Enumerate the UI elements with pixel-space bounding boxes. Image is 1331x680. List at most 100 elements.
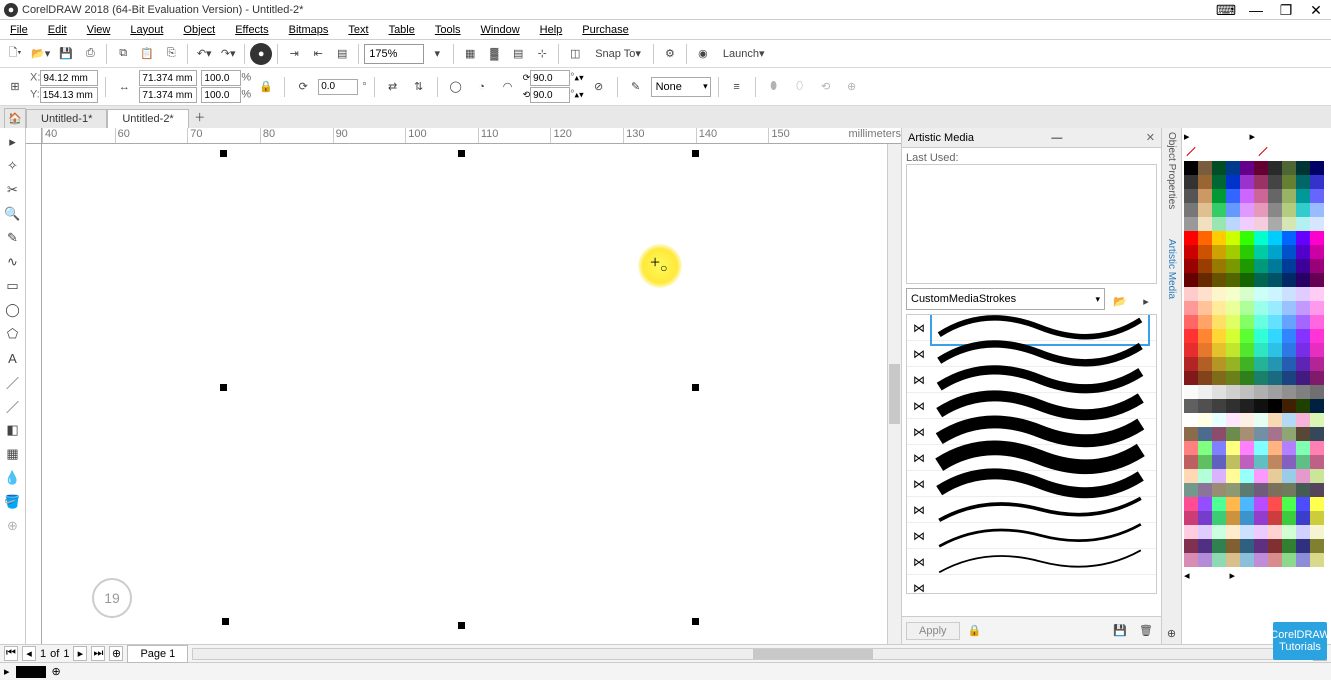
color-swatch[interactable] xyxy=(1226,189,1240,203)
add-tab-button[interactable]: ＋ xyxy=(189,106,211,128)
color-swatch[interactable] xyxy=(1282,315,1296,329)
color-swatch[interactable] xyxy=(1310,245,1324,259)
h-scroll-thumb[interactable] xyxy=(753,649,873,659)
color-swatch[interactable] xyxy=(1254,553,1268,567)
color-swatch[interactable] xyxy=(1310,301,1324,315)
color-swatch[interactable] xyxy=(1254,245,1268,259)
ruler-origin[interactable] xyxy=(26,128,42,144)
color-swatch[interactable] xyxy=(1226,203,1240,217)
color-swatch[interactable] xyxy=(1282,371,1296,385)
color-swatch[interactable] xyxy=(1240,357,1254,371)
front-minus-back-button[interactable]: ⬮ xyxy=(763,76,785,98)
menu-tools[interactable]: Tools xyxy=(425,22,471,38)
color-swatch[interactable] xyxy=(1310,539,1324,553)
color-swatch[interactable] xyxy=(1254,273,1268,287)
clipboard-button[interactable]: ⎘ xyxy=(160,43,182,65)
color-swatch[interactable] xyxy=(1310,469,1324,483)
color-swatch[interactable] xyxy=(1296,245,1310,259)
color-swatch[interactable] xyxy=(1226,301,1240,315)
color-swatch[interactable] xyxy=(1226,357,1240,371)
pick-tool[interactable]: ▸ xyxy=(3,132,23,152)
color-swatch[interactable] xyxy=(1254,357,1268,371)
color-swatch[interactable] xyxy=(1296,273,1310,287)
color-swatch[interactable] xyxy=(1282,287,1296,301)
color-swatch[interactable] xyxy=(1212,231,1226,245)
color-swatch[interactable] xyxy=(1226,245,1240,259)
color-swatch[interactable] xyxy=(1254,189,1268,203)
color-swatch[interactable] xyxy=(1240,553,1254,567)
color-swatch[interactable] xyxy=(1296,399,1310,413)
mirror-h-button[interactable]: ⇄ xyxy=(382,76,404,98)
color-swatch[interactable] xyxy=(1296,455,1310,469)
color-swatch[interactable] xyxy=(1254,329,1268,343)
color-swatch[interactable] xyxy=(1226,469,1240,483)
stroke-list[interactable]: ⋈ ⋈ ⋈ ⋈ ⋈ ⋈ ⋈ ⋈ ⋈ ⋈ ⋈ xyxy=(906,314,1157,594)
color-swatch[interactable] xyxy=(1268,399,1282,413)
color-swatch[interactable] xyxy=(1184,357,1198,371)
stroke-category-select[interactable]: CustomMediaStrokes xyxy=(906,288,1105,310)
color-swatch[interactable] xyxy=(1184,497,1198,511)
selection-handle-mr[interactable] xyxy=(692,384,699,391)
docker-close-icon[interactable]: ✕ xyxy=(1146,131,1155,144)
color-swatch[interactable] xyxy=(1184,161,1198,175)
color-swatch[interactable] xyxy=(1212,427,1226,441)
color-swatch[interactable] xyxy=(1212,399,1226,413)
print-button[interactable]: ⎙ xyxy=(79,43,101,65)
color-swatch[interactable] xyxy=(1282,329,1296,343)
color-swatch[interactable] xyxy=(1282,469,1296,483)
color-swatch[interactable] xyxy=(1198,553,1212,567)
vertical-ruler[interactable] xyxy=(26,144,42,644)
import-button[interactable]: ⇥ xyxy=(283,43,305,65)
color-swatch[interactable] xyxy=(1310,343,1324,357)
color-swatch[interactable] xyxy=(1268,217,1282,231)
last-page-button[interactable]: ⏭ xyxy=(91,646,105,661)
color-swatch[interactable] xyxy=(1268,259,1282,273)
color-swatch[interactable] xyxy=(1184,553,1198,567)
color-swatch[interactable] xyxy=(1296,371,1310,385)
color-swatch[interactable] xyxy=(1310,357,1324,371)
color-swatch[interactable] xyxy=(1296,203,1310,217)
color-swatch[interactable] xyxy=(1240,245,1254,259)
color-swatch[interactable] xyxy=(1268,385,1282,399)
save-button[interactable]: 💾 xyxy=(55,43,77,65)
color-swatch[interactable] xyxy=(1296,343,1310,357)
color-swatch[interactable] xyxy=(1212,329,1226,343)
color-swatch[interactable] xyxy=(1198,497,1212,511)
color-swatch[interactable] xyxy=(1240,483,1254,497)
color-swatch[interactable] xyxy=(1240,413,1254,427)
color-swatch[interactable] xyxy=(1240,469,1254,483)
color-swatch[interactable] xyxy=(1282,441,1296,455)
tab-object-properties[interactable]: Object Properties xyxy=(1166,132,1177,209)
color-swatch[interactable] xyxy=(1226,483,1240,497)
color-swatch[interactable] xyxy=(1212,315,1226,329)
drawing-canvas[interactable]: +○ 19 xyxy=(42,144,887,644)
color-swatch[interactable] xyxy=(1310,455,1324,469)
color-swatch[interactable] xyxy=(1310,371,1324,385)
color-swatch[interactable] xyxy=(1240,539,1254,553)
color-swatch[interactable] xyxy=(1198,203,1212,217)
color-swatch[interactable] xyxy=(1198,287,1212,301)
redo-button[interactable]: ↷▾ xyxy=(217,43,239,65)
menu-table[interactable]: Table xyxy=(379,22,425,38)
color-swatch[interactable] xyxy=(1282,483,1296,497)
color-swatch[interactable] xyxy=(1282,553,1296,567)
color-swatch[interactable] xyxy=(1282,357,1296,371)
color-swatch[interactable] xyxy=(1198,357,1212,371)
width-input[interactable] xyxy=(139,70,197,86)
selection-handle-ml[interactable] xyxy=(220,384,227,391)
ellipse-shape-button[interactable]: ◯ xyxy=(445,76,467,98)
color-swatch[interactable] xyxy=(1198,189,1212,203)
color-swatch[interactable] xyxy=(1310,399,1324,413)
color-swatch[interactable] xyxy=(1310,329,1324,343)
color-swatch[interactable] xyxy=(1198,231,1212,245)
color-swatch[interactable] xyxy=(1282,399,1296,413)
color-swatch[interactable] xyxy=(1268,413,1282,427)
color-swatch[interactable] xyxy=(1296,175,1310,189)
palette-menu[interactable]: ▸ xyxy=(1230,569,1236,582)
color-swatch[interactable] xyxy=(1240,455,1254,469)
browse-folder-button[interactable]: 📂 xyxy=(1109,290,1131,312)
menu-purchase[interactable]: Purchase xyxy=(572,22,638,38)
color-swatch[interactable] xyxy=(1254,301,1268,315)
selection-handle-bl[interactable] xyxy=(222,618,229,625)
palette-arrow-left[interactable]: ▸ xyxy=(1184,130,1190,143)
